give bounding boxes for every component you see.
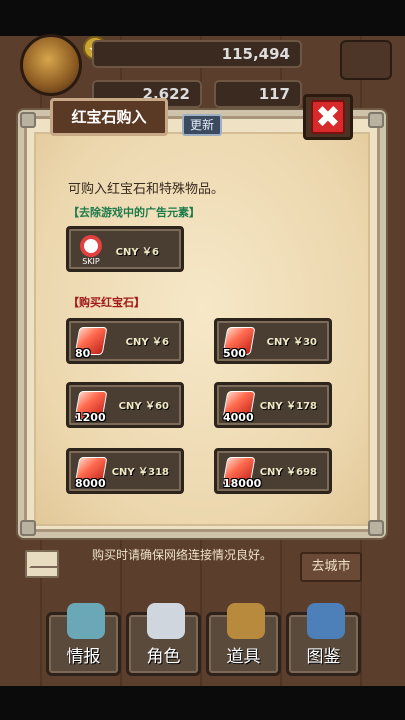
network-warning-text: 购买时请确保网络连接情况良好。 <box>92 548 273 562</box>
price-label: CNY ￥30 <box>266 337 317 348</box>
mail-icon[interactable] <box>25 550 59 578</box>
tab-items[interactable]: 道具 <box>206 603 281 676</box>
character-icon <box>147 603 185 639</box>
skip-ads-icon: SKIP <box>77 235 105 267</box>
tab-character[interactable]: 角色 <box>126 603 201 676</box>
ruby-quantity: 500 <box>223 347 246 360</box>
refresh-button[interactable]: 更新 <box>182 114 222 136</box>
ruby-pack-button[interactable]: 8000 CNY ￥318 <box>66 448 184 494</box>
ruby-quantity: 1200 <box>75 411 106 424</box>
ruby-quantity: 8000 <box>75 477 106 490</box>
close-button[interactable]: ✖ <box>303 94 353 140</box>
dialog-corner <box>368 520 384 536</box>
ruby-quantity: 18000 <box>223 477 262 490</box>
ticket-value: 117 <box>258 85 290 103</box>
remove-ads-buy-button[interactable]: SKIP CNY ￥6 <box>66 226 184 272</box>
tab-label: 道具 <box>226 647 261 667</box>
dialog-corner <box>20 112 36 128</box>
ruby-quantity: 4000 <box>223 411 254 424</box>
tab-encyclopedia[interactable]: 图鉴 <box>286 603 361 676</box>
settings-button[interactable] <box>340 40 392 80</box>
treasure-chest-icon[interactable] <box>20 34 82 96</box>
ticket-counter: 117 <box>214 80 302 108</box>
price-label: CNY ￥60 <box>118 401 169 412</box>
tab-label: 情报 <box>66 647 101 667</box>
buy-rubies-heading: 【购买红宝石】 <box>68 296 145 309</box>
go-to-city-button[interactable]: 去城市 <box>300 552 362 582</box>
ruby-quantity: 80 <box>75 347 91 360</box>
dialog-title: 红宝石购入 <box>50 98 168 136</box>
item-chest-icon <box>227 603 265 639</box>
price-label: CNY ￥318 <box>111 467 169 478</box>
shop-intro-text: 可购入红宝石和特殊物品。 <box>68 182 225 197</box>
tab-intel[interactable]: 情报 <box>46 603 121 676</box>
remove-ads-heading: 【去除游戏中的广告元素】 <box>68 206 200 219</box>
price-label: CNY ￥6 <box>125 337 169 348</box>
gold-value: 115,494 <box>221 45 290 63</box>
dialog-corner <box>368 112 384 128</box>
top-black-bar <box>0 0 405 36</box>
tab-label: 角色 <box>146 647 181 667</box>
ruby-pack-button[interactable]: 500 CNY ￥30 <box>214 318 332 364</box>
close-icon: ✖ <box>311 100 345 134</box>
book-icon <box>307 603 345 639</box>
ruby-pack-button[interactable]: 80 CNY ￥6 <box>66 318 184 364</box>
price-label: CNY ￥698 <box>259 467 317 478</box>
gold-counter: 115,494 <box>92 40 302 68</box>
intel-icon <box>67 603 105 639</box>
skip-label: SKIP <box>82 257 100 266</box>
tab-label: 图鉴 <box>306 647 341 667</box>
price-label: CNY ￥178 <box>259 401 317 412</box>
ruby-pack-button[interactable]: 18000 CNY ￥698 <box>214 448 332 494</box>
dialog-corner <box>20 520 36 536</box>
bottom-tab-bar: 情报 角色 道具 图鉴 <box>0 600 405 686</box>
price-label: CNY ￥6 <box>115 247 159 258</box>
bottom-black-bar <box>0 686 405 720</box>
ruby-pack-button[interactable]: 4000 CNY ￥178 <box>214 382 332 428</box>
ruby-pack-button[interactable]: 1200 CNY ￥60 <box>66 382 184 428</box>
